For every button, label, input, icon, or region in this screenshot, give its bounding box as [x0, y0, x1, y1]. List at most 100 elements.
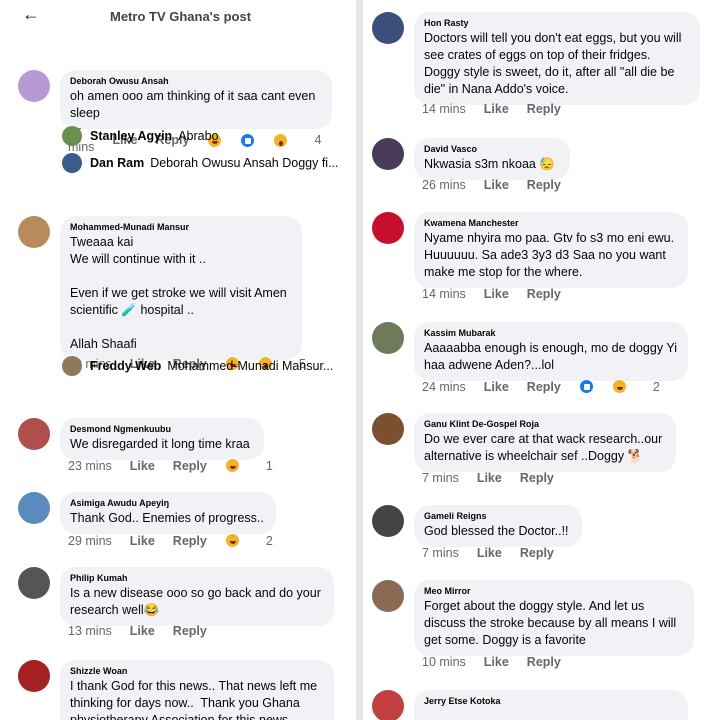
comment-text: I thank God for this news.. That news le… [70, 679, 321, 720]
like-button[interactable]: Like [484, 102, 509, 116]
comment-actions: 10 mins Like Reply [422, 655, 579, 669]
reply-button[interactable]: Reply [520, 471, 554, 485]
reaction-count: 2 [652, 379, 660, 394]
reply-button[interactable]: Reply [520, 546, 554, 560]
like-button[interactable]: Like [477, 546, 502, 560]
reply-text: Abrabo [178, 129, 219, 143]
comment-text: Forget about the doggy style. And let us… [424, 599, 680, 647]
comment-bubble: Meo Mirror Forget about the doggy style. … [414, 580, 694, 656]
commenter-name[interactable]: Shizzle Woan [70, 665, 324, 678]
commenter-name[interactable]: Kwamena Manchester [424, 217, 678, 230]
comment-bubble: Mohammed-Munadi Mansur Tweaaa kai We will… [60, 216, 302, 360]
reaction-summary[interactable]: 2 [224, 533, 291, 548]
comment-bubble: Shizzle Woan I thank God for this news.. … [60, 660, 334, 720]
comment-text: Aaaaabba enough is enough, mo de doggy Y… [424, 341, 681, 372]
avatar[interactable] [372, 505, 404, 537]
avatar[interactable] [62, 356, 82, 376]
commenter-name[interactable]: Gameli Reigns [424, 510, 572, 523]
back-arrow-icon[interactable]: ← [22, 4, 40, 25]
comment-actions: 24 mins Like Reply 2 [422, 379, 696, 394]
commenter-name[interactable]: Mohammed-Munadi Mansur [70, 221, 292, 234]
commenter-name[interactable]: Philip Kumah [70, 572, 324, 585]
commenter-name[interactable]: David Vasco [424, 143, 560, 156]
like-button[interactable]: Like [484, 655, 509, 669]
timestamp: 7 mins [422, 471, 459, 485]
like-button[interactable]: Like [484, 380, 509, 394]
comment-actions: 7 mins Like Reply [422, 546, 572, 560]
comment-text: Nyame nhyira mo paa. Gtv fo s3 mo eni ew… [424, 231, 678, 279]
avatar[interactable] [372, 212, 404, 244]
comment-bubble: David Vasco Nkwasia s3m nkoaa 😓 [414, 138, 570, 180]
commenter-name[interactable]: Hon Rasty [424, 17, 690, 30]
commenter-name[interactable]: Asimiga Awudu Apeyiŋ [70, 497, 266, 510]
like-button[interactable]: Like [477, 471, 502, 485]
wow-reaction-icon [273, 132, 289, 148]
comment-text: oh amen ooo am thinking of it saa cant e… [70, 89, 319, 120]
commenter-name[interactable]: Meo Mirror [424, 585, 684, 598]
like-button[interactable]: Like [130, 459, 155, 473]
comment-text: Do we ever care at that wack research..o… [424, 432, 666, 463]
commenter-name[interactable]: Deborah Owusu Ansah [70, 75, 322, 88]
reaction-summary[interactable]: 1 [224, 458, 291, 473]
avatar[interactable] [18, 492, 50, 524]
reply-button[interactable]: Reply [527, 287, 561, 301]
comment-bubble: Kassim Mubarak Aaaaabba enough is enough,… [414, 322, 688, 381]
reply-preview[interactable]: Freddy Web Mohammed-Munadi Mansur... [62, 356, 333, 376]
reply-author[interactable]: Freddy Web [90, 359, 161, 373]
comment-text: God blessed the Doctor..!! [424, 524, 569, 538]
avatar[interactable] [18, 660, 50, 692]
right-column: Hon Rasty Doctors will tell you don't eat… [364, 0, 720, 720]
avatar[interactable] [372, 322, 404, 354]
timestamp: 13 mins [68, 624, 112, 638]
comment-text: Thank God.. Enemies of progress.. [70, 511, 264, 525]
commenter-name[interactable]: Kassim Mubarak [424, 327, 678, 340]
reply-button[interactable]: Reply [527, 380, 561, 394]
avatar[interactable] [372, 138, 404, 170]
reply-button[interactable]: Reply [173, 534, 207, 548]
reply-button[interactable]: Reply [173, 624, 207, 638]
commenter-name[interactable]: Jerry Etse Kotoka [424, 695, 678, 708]
comment-bubble: Jerry Etse Kotoka [414, 690, 688, 720]
comment-actions: 14 mins Like Reply [422, 287, 579, 301]
comment-bubble: Kwamena Manchester Nyame nhyira mo paa. G… [414, 212, 688, 288]
comment-actions: 14 mins Like Reply [422, 102, 579, 116]
avatar[interactable] [18, 216, 50, 248]
reply-text: Deborah Owusu Ansah Doggy fi... [150, 156, 339, 170]
reply-button[interactable]: Reply [173, 459, 207, 473]
reaction-count: 1 [265, 458, 273, 473]
avatar[interactable] [18, 70, 50, 102]
post-header: ← Metro TV Ghana's post [0, 0, 355, 32]
avatar[interactable] [18, 567, 50, 599]
timestamp: 14 mins [422, 102, 466, 116]
reaction-summary[interactable]: 2 [578, 379, 678, 394]
reply-preview[interactable]: Stanley Agyin Abrabo [62, 126, 219, 146]
reply-preview[interactable]: Dan Ram Deborah Owusu Ansah Doggy fi... [62, 153, 339, 173]
likei-reaction-icon [578, 379, 594, 394]
like-button[interactable]: Like [484, 287, 509, 301]
avatar[interactable] [372, 413, 404, 445]
reaction-summary[interactable]: 4 [207, 132, 339, 148]
reply-button[interactable]: Reply [527, 178, 561, 192]
timestamp: 24 mins [422, 379, 466, 394]
comment-bubble: Desmond Ngmenkuubu We disregarded it long… [60, 418, 264, 460]
reply-author[interactable]: Stanley Agyin [90, 129, 172, 143]
reply-author[interactable]: Dan Ram [90, 156, 144, 170]
avatar[interactable] [62, 153, 82, 173]
reply-button[interactable]: Reply [527, 102, 561, 116]
avatar[interactable] [18, 418, 50, 450]
timestamp: 23 mins [68, 458, 112, 473]
like-button[interactable]: Like [484, 178, 509, 192]
reply-button[interactable]: Reply [527, 655, 561, 669]
avatar[interactable] [372, 690, 404, 720]
commenter-name[interactable]: Ganu Klint De-Gospel Roja [424, 418, 666, 431]
commenter-name[interactable]: Desmond Ngmenkuubu [70, 423, 254, 436]
reaction-count: 2 [265, 533, 273, 548]
comment-text: Is a new disease ooo so go back and do y… [70, 586, 325, 617]
like-button[interactable]: Like [130, 624, 155, 638]
timestamp: 29 mins [68, 533, 112, 548]
avatar[interactable] [372, 12, 404, 44]
like-button[interactable]: Like [130, 534, 155, 548]
haha-reaction-icon [611, 379, 627, 394]
avatar[interactable] [62, 126, 82, 146]
avatar[interactable] [372, 580, 404, 612]
